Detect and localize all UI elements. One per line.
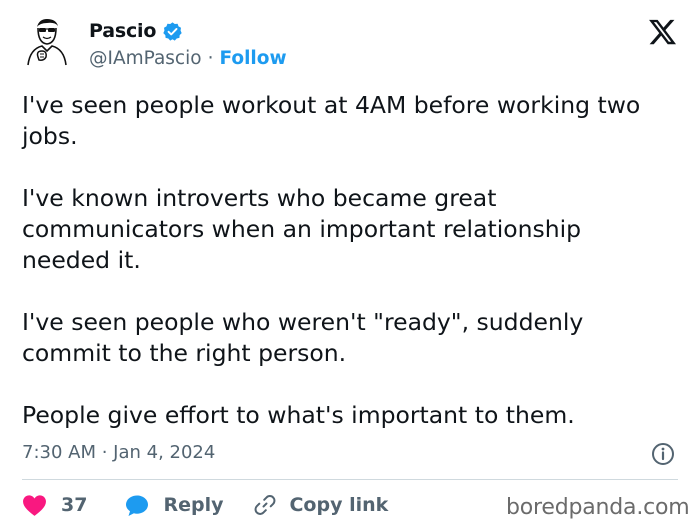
tweet-timestamp[interactable]: 7:30 AM · Jan 4, 2024 xyxy=(22,442,215,463)
tweet-text: I've seen people workout at 4AM before w… xyxy=(22,90,672,431)
copy-link-button[interactable]: Copy link xyxy=(253,493,388,517)
tweet-paragraph: I've seen people workout at 4AM before w… xyxy=(22,91,641,150)
tweet-paragraph: I've seen people who weren't "ready", su… xyxy=(22,308,584,367)
follow-button[interactable]: Follow xyxy=(219,48,286,69)
action-bar: 37 Reply Copy link xyxy=(22,489,388,521)
link-icon xyxy=(255,495,276,515)
copy-link-label: Copy link xyxy=(289,494,389,516)
heart-icon xyxy=(23,494,46,516)
reply-label: Reply xyxy=(163,494,224,516)
tweet-card: Pascio @IAmPascio · Follow I've seen peo… xyxy=(0,0,700,532)
reply-button[interactable]: Reply xyxy=(125,494,223,517)
speech-bubble-icon xyxy=(126,495,149,516)
separator-dot: · xyxy=(207,48,214,69)
watermark: boredpanda.com xyxy=(506,495,690,520)
x-logo-icon[interactable] xyxy=(647,17,678,47)
author-name-row: Pascio xyxy=(89,20,183,42)
avatar[interactable] xyxy=(20,13,74,67)
author-handle[interactable]: @IAmPascio xyxy=(89,48,202,69)
like-count: 37 xyxy=(61,494,88,516)
divider xyxy=(22,479,678,480)
info-icon[interactable] xyxy=(651,442,675,466)
tweet-paragraph: I've known introverts who became great c… xyxy=(22,184,582,274)
author-handle-row: @IAmPascio · Follow xyxy=(89,48,287,69)
author-display-name[interactable]: Pascio xyxy=(89,20,156,42)
tweet-paragraph: People give effort to what's important t… xyxy=(22,401,575,429)
like-button[interactable]: 37 xyxy=(22,494,87,517)
verified-badge-icon xyxy=(163,21,182,41)
